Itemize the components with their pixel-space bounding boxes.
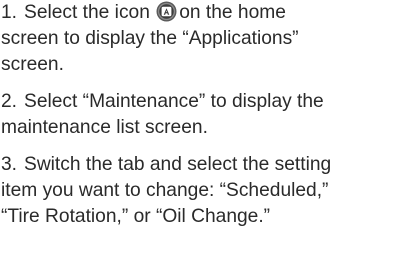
step-3-line-2: item you want to change: “Scheduled,” — [1, 180, 329, 201]
step-1-line-3: screen. — [1, 54, 64, 75]
step-3: 3. Switch the tab and select the setting … — [1, 152, 413, 230]
step-3-line-3: “Tire Rotation,” or “Oil Change.” — [1, 206, 271, 227]
step-1-line-1: 1. Select the icon on the home — [1, 0, 413, 26]
step-1: 1. Select the icon on the home screen to … — [1, 0, 413, 78]
step-3-line-1: 3. Switch the tab and select the setting — [1, 152, 413, 178]
step-2: 2. Select “Maintenance” to display the ma… — [1, 89, 413, 141]
step-1-line-2: screen to display the “Applications” — [1, 28, 299, 49]
instruction-list: 1. Select the icon on the home screen to … — [0, 0, 419, 230]
step-2-line-1-text: Select “Maintenance” to display the — [24, 91, 324, 112]
step-1-number: 1. — [1, 2, 18, 23]
step-1-text-before-icon: Select the icon — [24, 2, 150, 23]
applications-icon — [156, 1, 177, 22]
step-3-number: 3. — [1, 154, 18, 175]
step-2-line-2: maintenance list screen. — [1, 117, 208, 138]
step-1-text-after-icon: on the home — [179, 2, 286, 23]
step-3-line-1-text: Switch the tab and select the setting — [24, 154, 332, 175]
step-2-number: 2. — [1, 91, 18, 112]
step-2-line-1: 2. Select “Maintenance” to display the — [1, 89, 413, 115]
